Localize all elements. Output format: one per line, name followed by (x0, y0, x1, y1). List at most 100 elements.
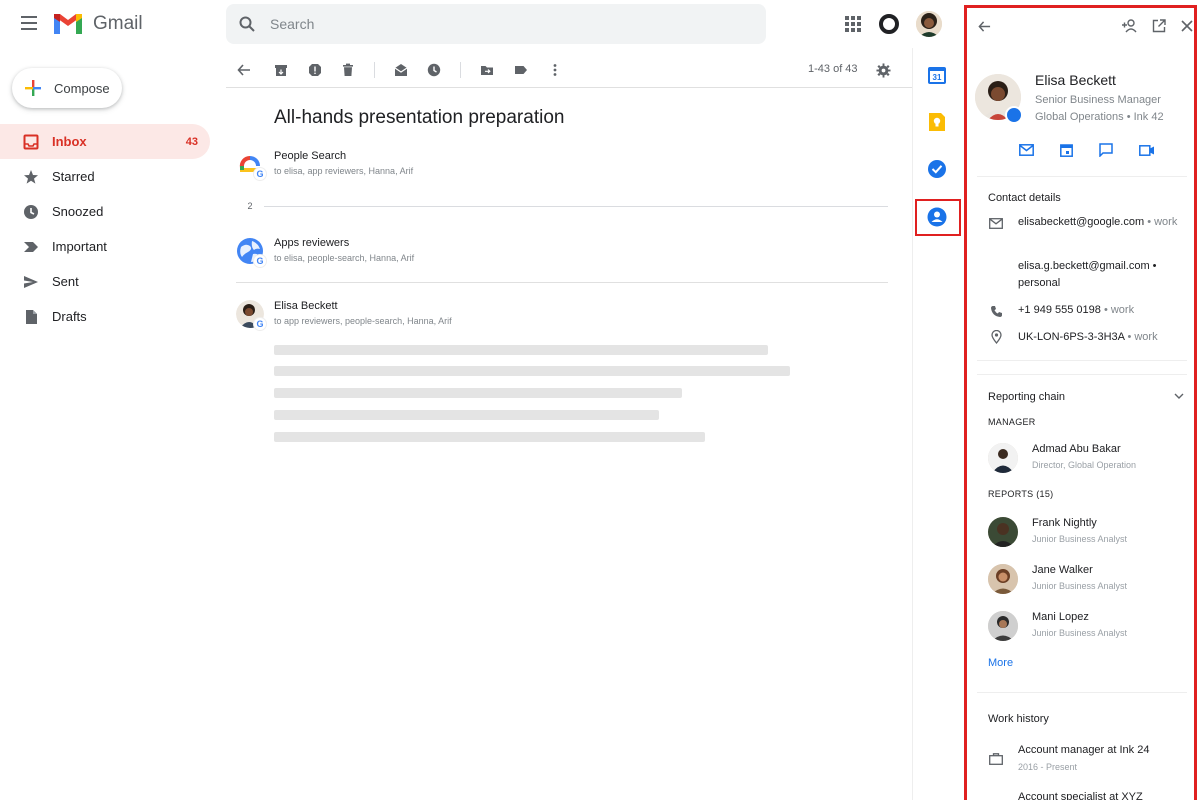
pagination-text: 1-43 of 43 (808, 63, 858, 75)
tasks-app-icon[interactable] (926, 158, 948, 180)
phone-icon (988, 303, 1004, 319)
report-card[interactable]: Jane Walker Junior Business Analyst (967, 560, 1194, 600)
work-email[interactable]: elisabeckett@google.com • work (1018, 214, 1183, 231)
manager-role: Director, Global Operation (1032, 460, 1137, 470)
personal-email[interactable]: elisa.g.beckett@gmail.com • personal (1018, 258, 1183, 292)
chat-icon[interactable] (1097, 141, 1115, 159)
main-menu-icon[interactable] (21, 16, 37, 30)
manager-name: Admad Abu Bakar (1032, 443, 1121, 455)
calendar-app-icon[interactable]: 31 (926, 64, 948, 86)
google-badge-icon: G (254, 255, 266, 267)
more-vert-icon[interactable] (546, 61, 564, 79)
manager-label: MANAGER (988, 417, 1036, 427)
message-body-placeholder-line (274, 345, 768, 355)
location-value: UK-LON-6PS-3-3H3A (1018, 331, 1125, 343)
google-badge-icon: G (254, 168, 266, 180)
section-divider (977, 692, 1187, 693)
sidebar-item-label: Starred (52, 169, 95, 184)
report-name: Mani Lopez (1032, 611, 1089, 623)
report-role: Junior Business Analyst (1032, 581, 1128, 591)
archive-icon[interactable] (272, 61, 290, 79)
gmail-app: Gmail Compose Inbox 43 Starred Snoozed I… (0, 0, 1200, 800)
work-email-address: elisabeckett@google.com (1018, 216, 1145, 228)
schedule-event-icon[interactable] (1057, 141, 1075, 159)
panel-header (967, 8, 1194, 44)
send-email-icon[interactable] (1017, 141, 1035, 159)
delete-icon[interactable] (339, 61, 357, 79)
sidebar-item-label: Important (52, 239, 107, 254)
move-to-icon[interactable] (478, 61, 496, 79)
phone-number[interactable]: +1 949 555 0198 • work (1018, 302, 1183, 319)
settings-gear-icon[interactable] (874, 61, 892, 79)
search-input[interactable] (270, 16, 670, 32)
sender-name: People Search (274, 150, 347, 162)
toolbar-divider (460, 62, 461, 78)
report-avatar (988, 564, 1018, 594)
sidebar-item-label: Inbox (52, 134, 87, 149)
sender-name: Apps reviewers (274, 237, 350, 249)
contact-details-heading: Contact details (988, 192, 1061, 204)
snooze-icon[interactable] (425, 61, 443, 79)
workspace-badge-icon (1005, 106, 1023, 124)
keep-app-icon[interactable] (926, 111, 948, 133)
sidebar-item-label: Drafts (52, 309, 87, 324)
send-icon (22, 273, 40, 291)
message-toolbar: 1-43 of 43 (226, 52, 912, 88)
sidebar-item-sent[interactable]: Sent (0, 264, 210, 299)
sidebar-item-important[interactable]: Important (0, 229, 210, 264)
account-ring-icon[interactable] (879, 14, 899, 34)
contact-side-panel: Elisa Beckett Senior Business Manager Gl… (964, 5, 1197, 800)
svg-text:31: 31 (933, 73, 942, 82)
gmail-logo[interactable]: Gmail (52, 12, 143, 36)
contact-job-title: Senior Business Manager (1035, 94, 1161, 106)
search-bar[interactable] (226, 4, 766, 44)
search-icon[interactable] (238, 15, 256, 33)
compose-button[interactable]: Compose (12, 68, 122, 108)
report-card[interactable]: Mani Lopez Junior Business Analyst (967, 607, 1194, 647)
header-left: Gmail (0, 0, 215, 48)
contact-department: Global Operations • Ink 42 (1035, 111, 1164, 123)
back-arrow-icon[interactable] (235, 61, 253, 79)
message-body-placeholder-line (274, 388, 682, 398)
work-history-dates: 2016 - Present (1018, 762, 1078, 772)
account-avatar[interactable] (916, 11, 942, 37)
open-in-new-icon[interactable] (1151, 18, 1167, 34)
collapsed-count: 2 (242, 201, 258, 215)
more-reports-link[interactable]: More (988, 657, 1013, 669)
sidebar-item-drafts[interactable]: Drafts (0, 299, 210, 334)
manager-card[interactable]: Admad Abu Bakar Director, Global Operati… (967, 439, 1194, 479)
report-name: Frank Nightly (1032, 517, 1097, 529)
important-icon (22, 238, 40, 256)
sidebar-nav: Inbox 43 Starred Snoozed Important Sent … (0, 124, 210, 334)
close-icon[interactable] (1179, 18, 1194, 34)
back-arrow-icon[interactable] (976, 18, 992, 34)
collapsed-divider (264, 206, 888, 207)
report-spam-icon[interactable] (306, 61, 324, 79)
sidebar-item-inbox[interactable]: Inbox 43 (0, 124, 210, 159)
message-body-placeholder-line (274, 366, 790, 376)
chevron-down-icon[interactable] (1171, 388, 1187, 404)
desk-location[interactable]: UK-LON-6PS-3-3H3A • work (1018, 329, 1183, 346)
sidebar-item-label: Snoozed (52, 204, 104, 219)
manager-avatar (988, 443, 1018, 473)
sidebar-item-starred[interactable]: Starred (0, 159, 210, 194)
contact-name: Elisa Beckett (1035, 72, 1116, 88)
sidebar-item-label: Sent (52, 274, 79, 289)
unread-count: 43 (185, 135, 198, 148)
video-call-icon[interactable] (1138, 141, 1156, 159)
label-icon[interactable] (512, 61, 530, 79)
sender-name: Elisa Beckett (274, 300, 338, 312)
sidebar-item-snoozed[interactable]: Snoozed (0, 194, 210, 229)
report-role: Junior Business Analyst (1032, 534, 1128, 544)
contacts-app-icon[interactable] (926, 206, 948, 228)
message-body-placeholder-line (274, 432, 705, 442)
collapsed-messages[interactable]: 2 (236, 198, 888, 215)
recipients: to elisa, people-search, Hanna, Arif (274, 253, 415, 263)
work-history-heading: Work history (988, 713, 1049, 725)
apps-grid-icon[interactable] (845, 16, 861, 32)
report-card[interactable]: Frank Nightly Junior Business Analyst (967, 513, 1194, 553)
thread-subject: All-hands presentation preparation (274, 107, 565, 128)
add-contact-icon[interactable] (1121, 18, 1137, 34)
mark-unread-icon[interactable] (392, 61, 410, 79)
phone-value: +1 949 555 0198 (1018, 304, 1101, 316)
